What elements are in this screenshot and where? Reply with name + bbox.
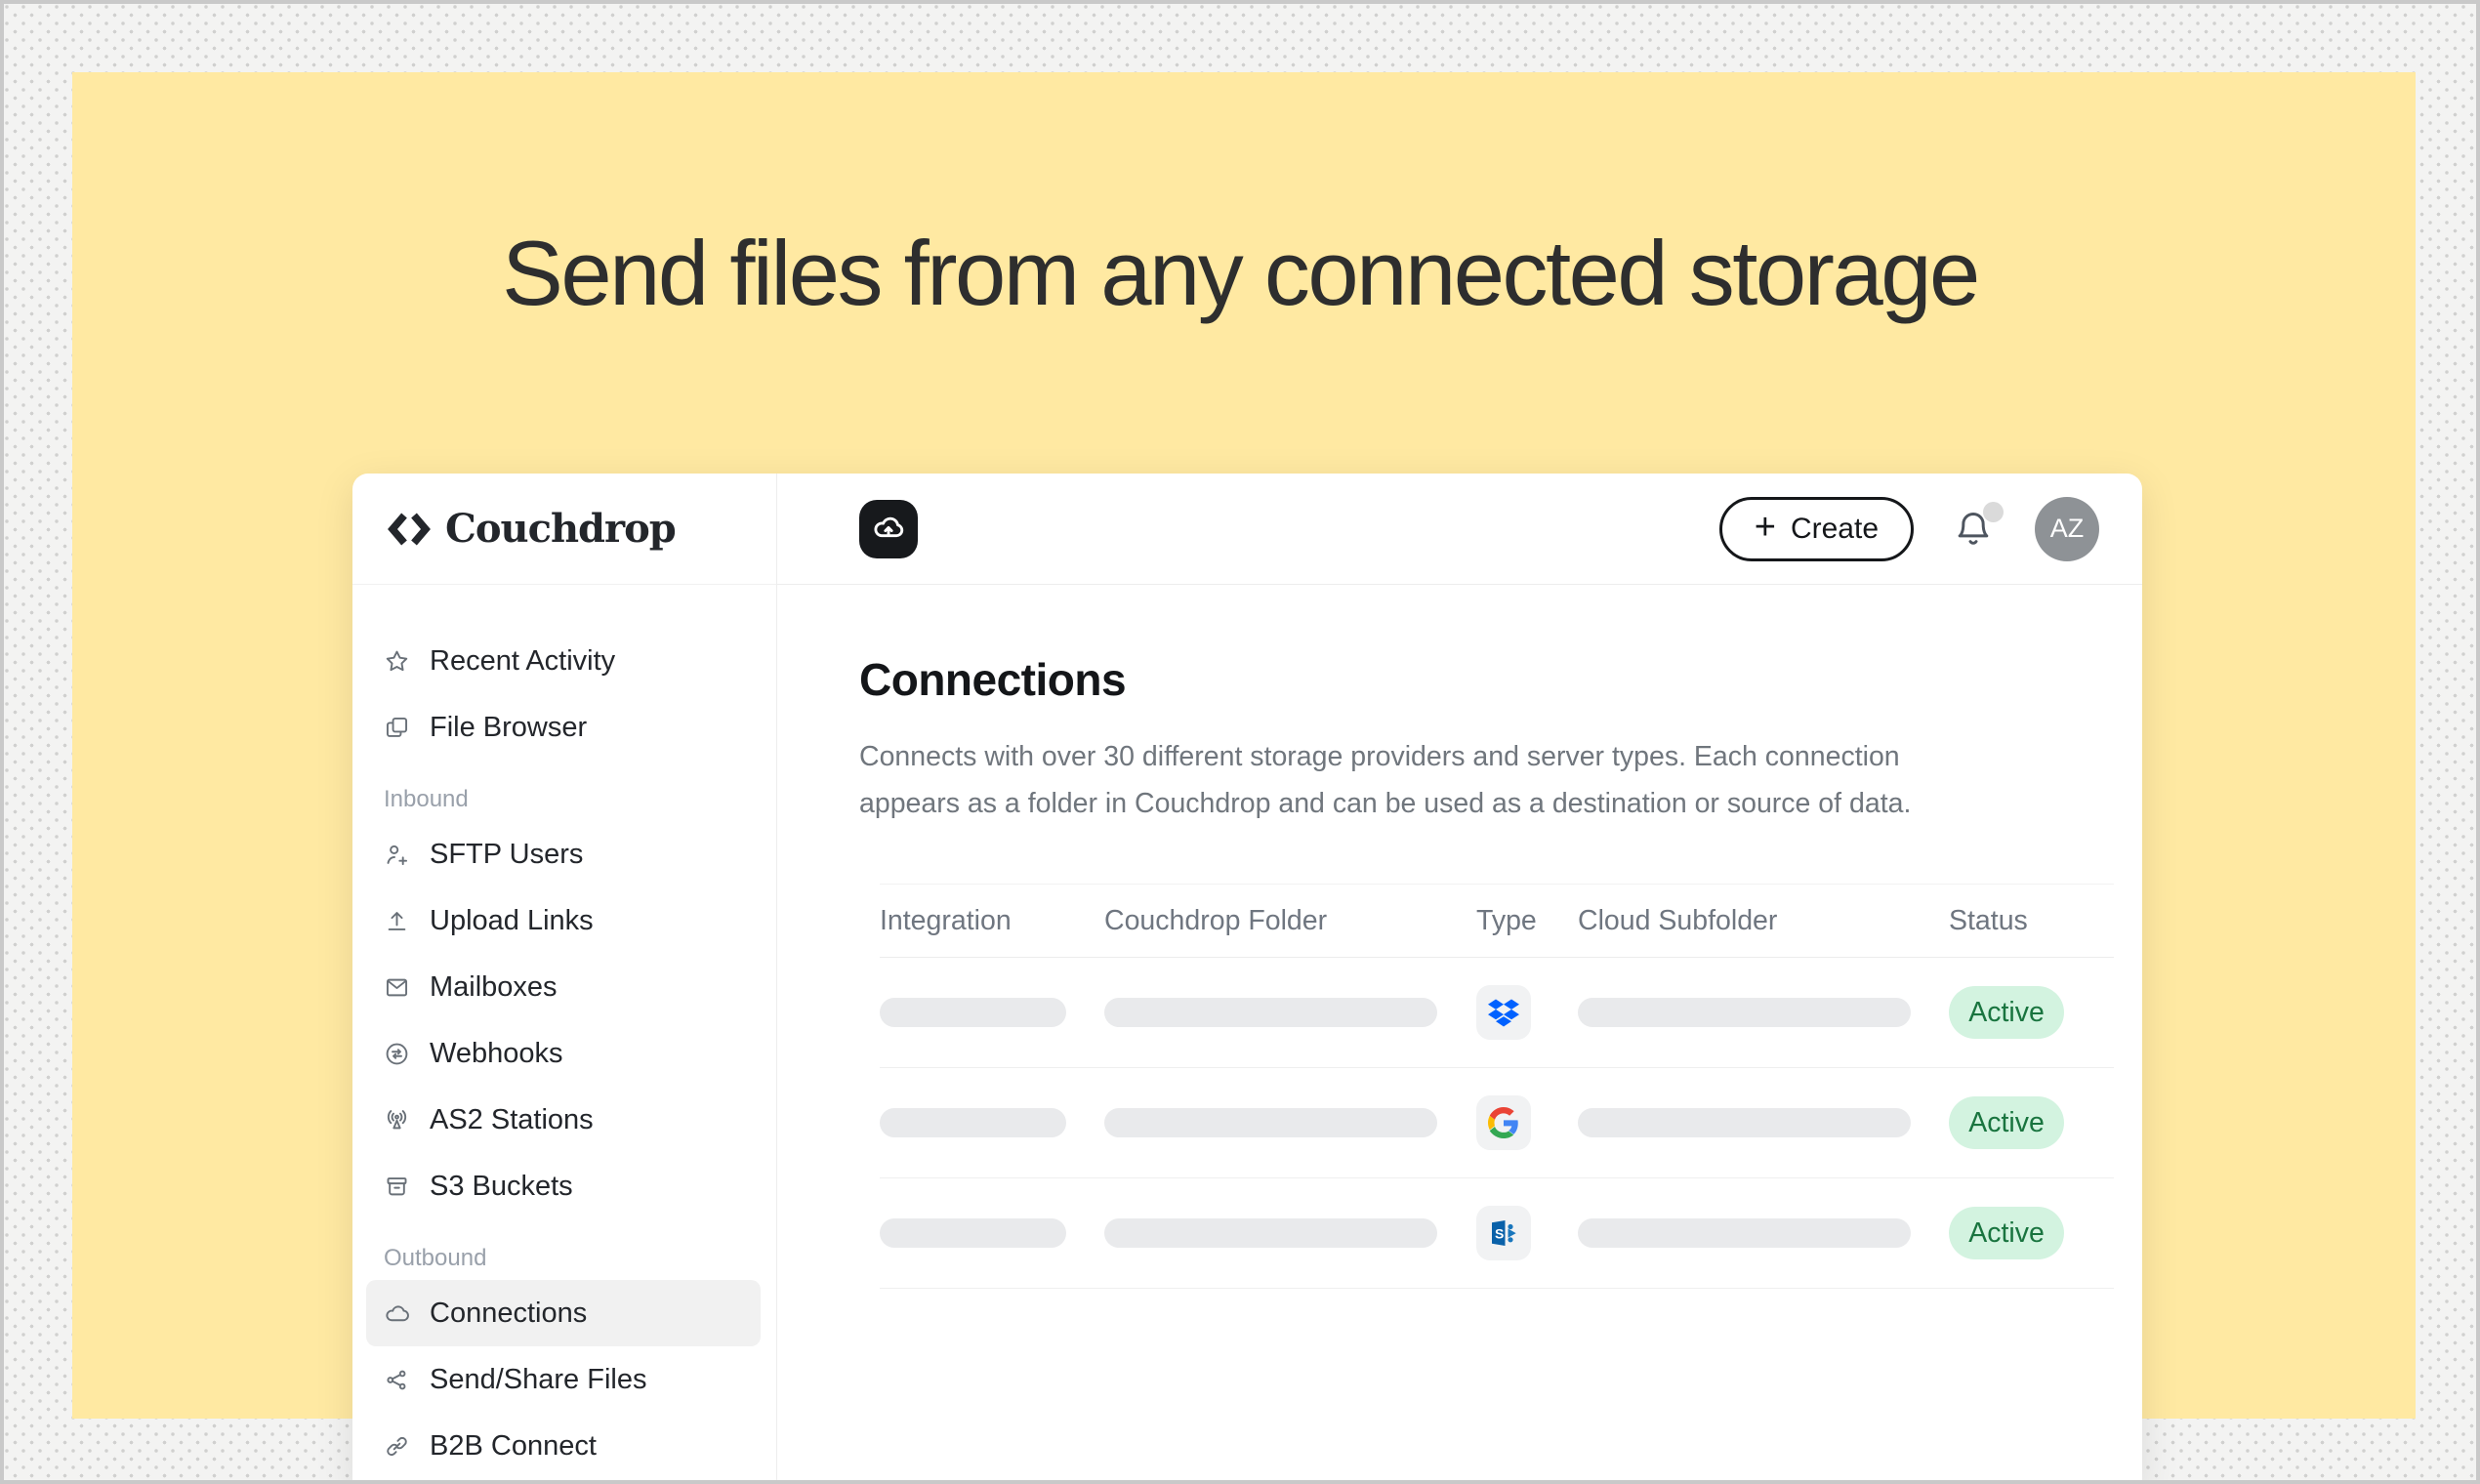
integration-placeholder bbox=[880, 1108, 1066, 1137]
webhook-icon bbox=[384, 1041, 410, 1067]
sidebar-nav: Recent Activity File Browser Inbound SFT… bbox=[352, 585, 776, 1479]
status-badge: Active bbox=[1949, 1096, 2064, 1149]
topbar: + Create AZ bbox=[777, 474, 2142, 585]
connections-page: Connections Connects with over 30 differ… bbox=[777, 585, 2142, 1289]
couchdrop-folder-placeholder bbox=[1104, 1218, 1437, 1248]
main-area: + Create AZ Connections Connects with ov… bbox=[777, 474, 2142, 1484]
sidebar-item-label: Webhooks bbox=[430, 1038, 563, 1070]
sidebar-item-send-share-files[interactable]: Send/Share Files bbox=[366, 1346, 761, 1413]
integration-type-tile: S bbox=[1476, 1206, 1531, 1260]
column-header-couchdrop-folder: Couchdrop Folder bbox=[1104, 905, 1476, 937]
sidebar-item-label: Recent Activity bbox=[430, 645, 615, 678]
sidebar-item-file-browser[interactable]: File Browser bbox=[366, 694, 761, 761]
sidebar-item-label: File Browser bbox=[430, 712, 587, 744]
sidebar-item-label: Mailboxes bbox=[430, 971, 558, 1004]
mail-icon bbox=[384, 974, 410, 1001]
sidebar-section-inbound: Inbound bbox=[366, 786, 761, 813]
archive-box-icon bbox=[384, 1174, 410, 1200]
cloud-subfolder-placeholder bbox=[1578, 1218, 1911, 1248]
sidebar: Couchdrop Recent Activity File Browser I… bbox=[352, 474, 777, 1484]
integration-type-tile bbox=[1476, 985, 1531, 1040]
sidebar-section-outbound: Outbound bbox=[366, 1245, 761, 1272]
sidebar-item-label: SFTP Users bbox=[430, 839, 583, 871]
topbar-right: + Create AZ bbox=[1719, 497, 2099, 561]
sidebar-item-as2-stations[interactable]: AS2 Stations bbox=[366, 1087, 761, 1153]
files-icon bbox=[384, 715, 410, 741]
sidebar-item-label: AS2 Stations bbox=[430, 1104, 594, 1136]
sharepoint-icon: S bbox=[1488, 1217, 1519, 1249]
integration-placeholder bbox=[880, 998, 1066, 1027]
sidebar-item-webhooks[interactable]: Webhooks bbox=[366, 1020, 761, 1087]
cloud-subfolder-placeholder bbox=[1578, 998, 1911, 1027]
sidebar-item-connections[interactable]: Connections bbox=[366, 1280, 761, 1346]
diamond-chevrons-icon bbox=[388, 513, 431, 546]
antenna-icon bbox=[384, 1107, 410, 1134]
hero-headline: Send files from any connected storage bbox=[4, 221, 2476, 326]
sidebar-item-sftp-users[interactable]: SFTP Users bbox=[366, 821, 761, 887]
notification-dot bbox=[1983, 502, 2004, 522]
sidebar-item-label: S3 Buckets bbox=[430, 1171, 573, 1203]
sidebar-item-mailboxes[interactable]: Mailboxes bbox=[366, 954, 761, 1020]
sidebar-item-b2b-connect[interactable]: B2B Connect bbox=[366, 1413, 761, 1479]
couchdrop-folder-placeholder bbox=[1104, 998, 1437, 1027]
create-button[interactable]: + Create bbox=[1719, 497, 1914, 561]
page-description: Connects with over 30 different storage … bbox=[859, 733, 2113, 827]
cloud-subfolder-placeholder bbox=[1578, 1108, 1911, 1137]
plus-icon: + bbox=[1755, 509, 1776, 546]
sidebar-item-recent-activity[interactable]: Recent Activity bbox=[366, 628, 761, 694]
integration-type-tile bbox=[1476, 1095, 1531, 1150]
status-badge: Active bbox=[1949, 1207, 2064, 1259]
star-icon bbox=[384, 648, 410, 675]
brand-logo[interactable]: Couchdrop bbox=[352, 474, 776, 585]
column-header-type: Type bbox=[1476, 905, 1578, 937]
page-title: Connections bbox=[859, 653, 2113, 706]
app-window: Couchdrop Recent Activity File Browser I… bbox=[352, 474, 2142, 1484]
sidebar-item-s3-buckets[interactable]: S3 Buckets bbox=[366, 1153, 761, 1219]
svg-text:S: S bbox=[1495, 1226, 1504, 1242]
table-header-row: Integration Couchdrop Folder Type Cloud … bbox=[880, 884, 2114, 958]
cloud-upload-icon bbox=[870, 511, 907, 548]
brand-name: Couchdrop bbox=[445, 506, 676, 552]
sidebar-item-label: Send/Share Files bbox=[430, 1364, 646, 1396]
column-header-integration: Integration bbox=[880, 905, 1104, 937]
avatar[interactable]: AZ bbox=[2035, 497, 2099, 561]
connections-table: Integration Couchdrop Folder Type Cloud … bbox=[859, 884, 2114, 1289]
cloud-upload-app-button[interactable] bbox=[859, 500, 918, 558]
sidebar-item-label: B2B Connect bbox=[430, 1430, 597, 1463]
dropbox-icon bbox=[1488, 999, 1519, 1027]
column-header-cloud-subfolder: Cloud Subfolder bbox=[1578, 905, 1949, 937]
table-row[interactable]: Active bbox=[880, 1068, 2114, 1178]
link-icon bbox=[384, 1433, 410, 1460]
sidebar-item-upload-links[interactable]: Upload Links bbox=[366, 887, 761, 954]
table-row[interactable]: S Active bbox=[880, 1178, 2114, 1289]
upload-icon bbox=[384, 908, 410, 934]
column-header-status: Status bbox=[1949, 905, 2114, 937]
integration-placeholder bbox=[880, 1218, 1066, 1248]
sidebar-item-label: Upload Links bbox=[430, 905, 594, 937]
status-badge: Active bbox=[1949, 986, 2064, 1039]
marketing-canvas: Send files from any connected storage Co… bbox=[0, 0, 2480, 1484]
cloud-icon bbox=[384, 1300, 410, 1327]
sidebar-item-label: Connections bbox=[430, 1298, 587, 1330]
google-icon bbox=[1488, 1107, 1519, 1138]
share-icon bbox=[384, 1367, 410, 1393]
notifications-button[interactable] bbox=[1953, 508, 1996, 551]
couchdrop-folder-placeholder bbox=[1104, 1108, 1437, 1137]
table-row[interactable]: Active bbox=[880, 958, 2114, 1068]
user-plus-icon bbox=[384, 842, 410, 868]
